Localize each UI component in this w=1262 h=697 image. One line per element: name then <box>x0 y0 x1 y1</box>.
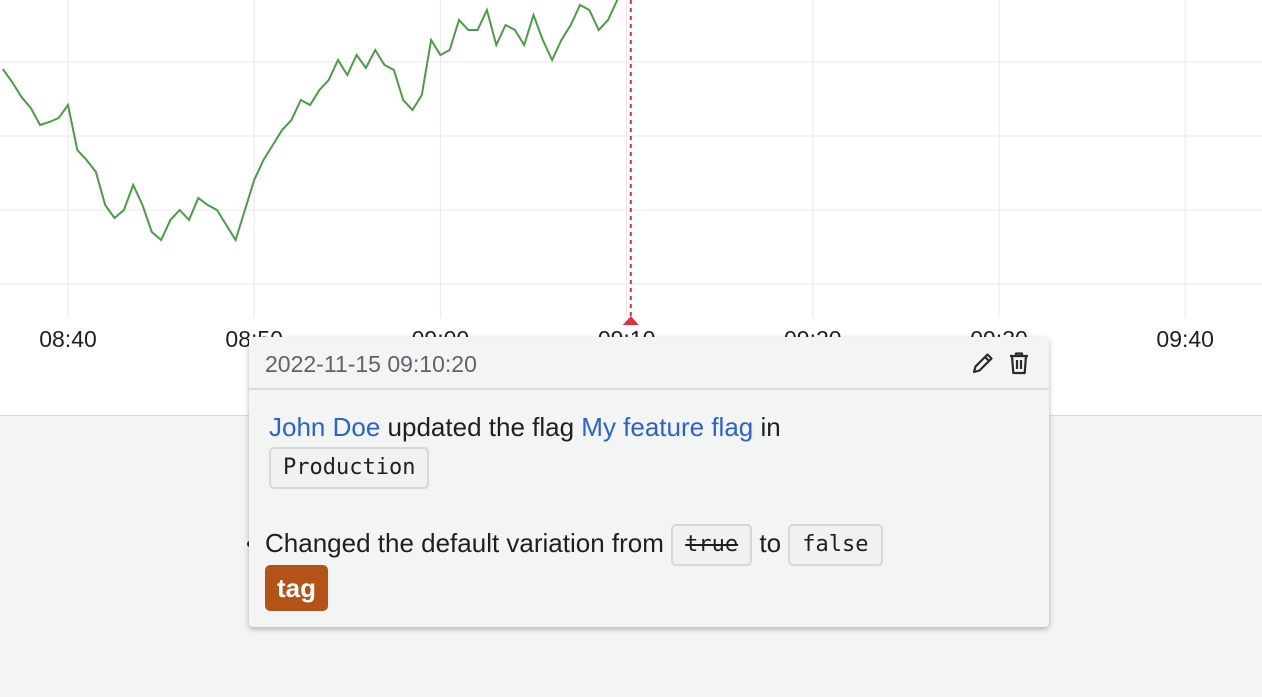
annotation-tooltip: 2022-11-15 09:10:20 John Doe updated the… <box>249 337 1049 627</box>
flag-link[interactable]: My feature flag <box>581 412 753 442</box>
tooltip-timestamp: 2022-11-15 09:10:20 <box>265 351 477 377</box>
pencil-icon[interactable] <box>968 348 998 378</box>
in-text: in <box>760 412 781 442</box>
environment-badge: Production <box>269 447 430 489</box>
change-prefix: Changed the default variation from <box>265 528 664 558</box>
series-line <box>1 0 619 243</box>
x-gridlines <box>67 0 1186 318</box>
change-description: Changed the default variation from true … <box>265 521 1045 567</box>
tooltip-header: 2022-11-15 09:10:20 <box>249 337 1049 390</box>
user-link[interactable]: John Doe <box>269 412 380 442</box>
old-value: true <box>671 524 753 567</box>
tooltip-message: John Doe updated the flag My feature fla… <box>269 409 1029 445</box>
new-value: false <box>788 524 883 567</box>
to-text: to <box>759 528 782 558</box>
trash-icon[interactable] <box>1004 348 1034 378</box>
action-text: updated the flag <box>387 412 575 442</box>
annotation-marker[interactable] <box>622 316 639 325</box>
x-tick-label: 09:40 <box>1156 326 1214 352</box>
tag-badge: tag <box>265 565 328 611</box>
x-tick-label: 08:40 <box>39 326 97 352</box>
